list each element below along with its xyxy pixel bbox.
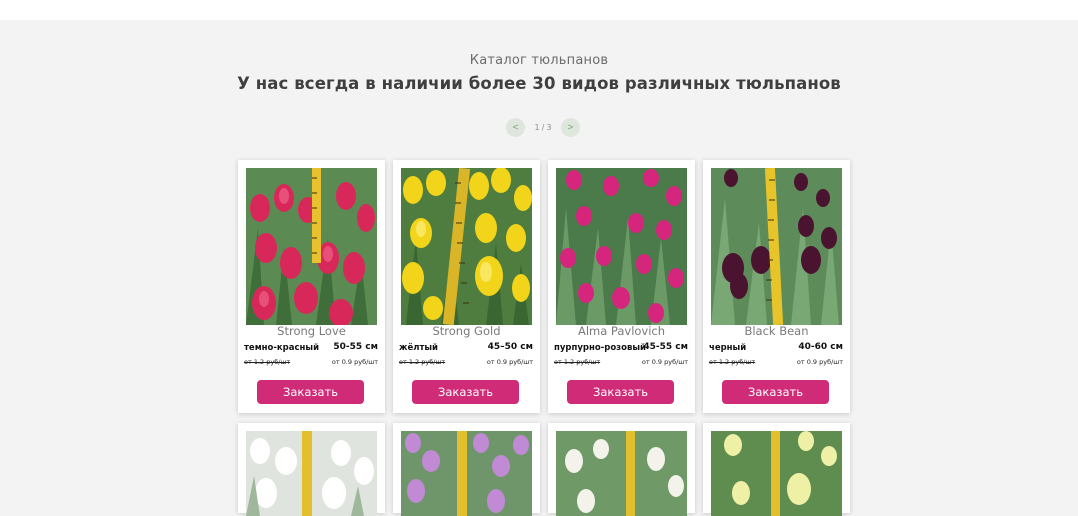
- order-button[interactable]: Заказать: [722, 380, 829, 404]
- order-button[interactable]: Заказать: [412, 380, 519, 404]
- pager-indicator: 1 / 3: [534, 122, 552, 132]
- product-old-price: от 1.2 руб/шт: [399, 358, 446, 366]
- product-photo: [556, 431, 687, 516]
- product-card-black-bean: Black Bean черный 40-60 см от 1.2 руб/шт…: [703, 160, 850, 413]
- product-photo: [401, 168, 532, 325]
- product-old-price: от 1.2 руб/шт: [244, 358, 291, 366]
- product-name: Strong Gold: [432, 324, 501, 338]
- product-card-strong-love: Strong Love темно-красный 50-55 см от 1.…: [238, 160, 385, 413]
- product-photo: [711, 431, 842, 516]
- product-name: Strong Love: [277, 324, 346, 338]
- product-color: жёлтый: [399, 343, 439, 353]
- product-length: 40-60 см: [798, 342, 843, 352]
- product-length: 50-55 см: [333, 342, 378, 352]
- product-card-alma-pavlovich: Alma Pavlovich пурпурно-розовый 45-55 см…: [548, 160, 695, 413]
- pager-next-button[interactable]: >: [561, 117, 580, 137]
- product-photo: [401, 431, 532, 516]
- product-new-price: от 0.9 руб/шт: [331, 358, 378, 366]
- pager-prev-button[interactable]: <: [506, 117, 525, 137]
- product-old-price: от 1.2 руб/шт: [554, 358, 601, 366]
- product-card-strong-gold: Strong Gold жёлтый 45–50 см от 1.2 руб/ш…: [393, 160, 540, 413]
- section-subtitle: Каталог тюльпанов: [469, 53, 609, 68]
- product-photo: [711, 168, 842, 325]
- section-title: У нас всегда в наличии более 30 видов ра…: [237, 74, 841, 93]
- product-length: 45–50 см: [487, 342, 533, 352]
- product-new-price: от 0.9 руб/шт: [641, 358, 688, 366]
- order-button[interactable]: Заказать: [567, 380, 674, 404]
- product-old-price: от 1.2 руб/шт: [709, 358, 756, 366]
- product-color: черный: [709, 343, 747, 353]
- product-photo: [556, 168, 687, 325]
- product-name: Alma Pavlovich: [577, 324, 666, 338]
- catalog-pager: < 1 / 3 >: [506, 117, 580, 137]
- product-new-price: от 0.9 руб/шт: [486, 358, 533, 366]
- product-photo: [246, 168, 377, 325]
- product-length: 45-55 см: [643, 342, 688, 352]
- top-header-bar: [0, 0, 1078, 20]
- product-name: Black Bean: [744, 324, 809, 338]
- product-color: пурпурно-розовый: [554, 343, 646, 353]
- product-new-price: от 0.9 руб/шт: [796, 358, 843, 366]
- order-button[interactable]: Заказать: [257, 380, 364, 404]
- product-photo: [246, 431, 377, 516]
- product-color: темно-красный: [244, 343, 320, 353]
